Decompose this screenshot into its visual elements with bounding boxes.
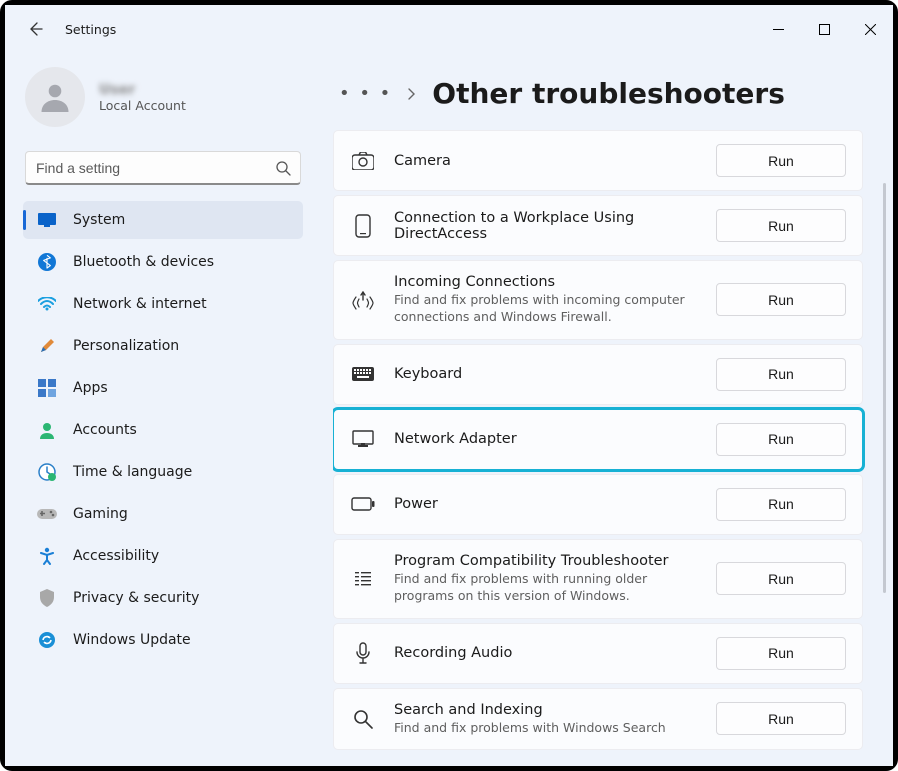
run-button[interactable]: Run [716, 144, 846, 177]
sidebar-item-personalization[interactable]: Personalization [23, 327, 303, 365]
scrollbar[interactable] [883, 183, 886, 593]
troubleshooter-icon [350, 361, 376, 387]
sidebar-item-label: Time & language [73, 464, 192, 480]
wifi-icon [37, 294, 57, 314]
troubleshooter-row: Camera Run [333, 130, 863, 191]
troubleshooter-row: Incoming Connections Find and fix proble… [333, 260, 863, 340]
sidebar-item-label: Apps [73, 380, 108, 396]
run-button[interactable]: Run [716, 702, 846, 735]
system-icon [37, 210, 57, 230]
troubleshooter-row: Connection to a Workplace Using DirectAc… [333, 195, 863, 256]
sidebar-item-gaming[interactable]: Gaming [23, 495, 303, 533]
troubleshooter-row: Keyboard Run [333, 344, 863, 405]
maximize-button[interactable] [801, 13, 847, 45]
bluetooth-icon [37, 252, 57, 272]
troubleshooter-title: Search and Indexing [394, 702, 698, 718]
accessibility-icon [37, 546, 57, 566]
sidebar-item-bluetooth[interactable]: Bluetooth & devices [23, 243, 303, 281]
minimize-button[interactable] [755, 13, 801, 45]
update-icon [37, 630, 57, 650]
window-title: Settings [65, 22, 116, 37]
sidebar-item-label: Accounts [73, 422, 137, 438]
troubleshooter-row: Network Adapter Run [333, 409, 863, 470]
sidebar-item-label: Privacy & security [73, 590, 199, 606]
sidebar-item-apps[interactable]: Apps [23, 369, 303, 407]
sidebar-item-label: Accessibility [73, 548, 159, 564]
sidebar-item-label: Bluetooth & devices [73, 254, 214, 270]
troubleshooter-title: Camera [394, 153, 698, 169]
user-block[interactable]: User Local Account [19, 61, 307, 141]
sidebar-item-accounts[interactable]: Accounts [23, 411, 303, 449]
troubleshooter-row: Search and Indexing Find and fix problem… [333, 688, 863, 751]
sidebar-item-privacy[interactable]: Privacy & security [23, 579, 303, 617]
run-button[interactable]: Run [716, 209, 846, 242]
apps-icon [37, 378, 57, 398]
user-name: User [99, 82, 186, 98]
sidebar-item-label: Gaming [73, 506, 128, 522]
troubleshooter-title: Keyboard [394, 366, 698, 382]
troubleshooter-desc: Find and fix problems with incoming comp… [394, 292, 698, 326]
troubleshooter-title: Program Compatibility Troubleshooter [394, 553, 698, 569]
sidebar-item-system[interactable]: System [23, 201, 303, 239]
search-icon [275, 160, 291, 176]
troubleshooter-row: Power Run [333, 474, 863, 535]
troubleshooter-icon [350, 213, 376, 239]
troubleshooter-icon [350, 706, 376, 732]
troubleshooter-row: Program Compatibility Troubleshooter Fin… [333, 539, 863, 619]
sidebar-item-label: Personalization [73, 338, 179, 354]
troubleshooter-title: Incoming Connections [394, 274, 698, 290]
troubleshooter-icon [350, 491, 376, 517]
back-button[interactable] [19, 13, 51, 45]
run-button[interactable]: Run [716, 358, 846, 391]
troubleshooter-icon [350, 566, 376, 592]
run-button[interactable]: Run [716, 283, 846, 316]
avatar [25, 67, 85, 127]
troubleshooter-title: Power [394, 496, 698, 512]
page-title: Other troubleshooters [432, 77, 785, 110]
gamepad-icon [37, 504, 57, 524]
troubleshooter-icon [350, 148, 376, 174]
clock-globe-icon [37, 462, 57, 482]
sidebar-item-label: Windows Update [73, 632, 191, 648]
sidebar-item-time-language[interactable]: Time & language [23, 453, 303, 491]
close-button[interactable] [847, 13, 893, 45]
troubleshooter-row: Recording Audio Run [333, 623, 863, 684]
troubleshooter-icon [350, 426, 376, 452]
search-input[interactable] [25, 151, 301, 185]
run-button[interactable]: Run [716, 637, 846, 670]
run-button[interactable]: Run [716, 562, 846, 595]
user-sub: Local Account [99, 98, 186, 113]
person-icon [37, 420, 57, 440]
brush-icon [37, 336, 57, 356]
sidebar-item-update[interactable]: Windows Update [23, 621, 303, 659]
troubleshooter-icon [350, 640, 376, 666]
sidebar-item-label: Network & internet [73, 296, 207, 312]
breadcrumb-more[interactable]: • • • [339, 83, 392, 104]
troubleshooter-icon [350, 287, 376, 313]
sidebar-item-network[interactable]: Network & internet [23, 285, 303, 323]
sidebar-item-accessibility[interactable]: Accessibility [23, 537, 303, 575]
troubleshooter-desc: Find and fix problems with running older… [394, 571, 698, 605]
shield-icon [37, 588, 57, 608]
troubleshooter-title: Connection to a Workplace Using DirectAc… [394, 210, 698, 242]
run-button[interactable]: Run [716, 423, 846, 456]
chevron-right-icon [408, 88, 416, 100]
run-button[interactable]: Run [716, 488, 846, 521]
troubleshooter-title: Recording Audio [394, 645, 698, 661]
troubleshooter-title: Network Adapter [394, 431, 698, 447]
sidebar-item-label: System [73, 212, 125, 228]
troubleshooter-desc: Find and fix problems with Windows Searc… [394, 720, 698, 737]
